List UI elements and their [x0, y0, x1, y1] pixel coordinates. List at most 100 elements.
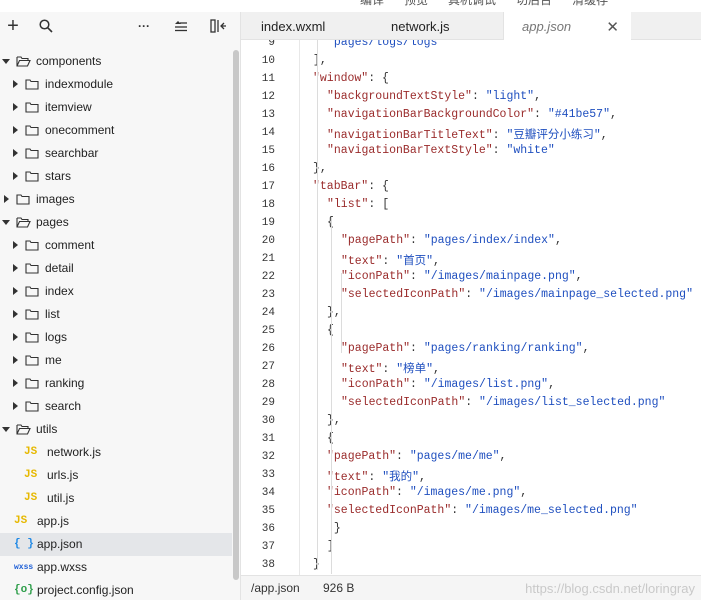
tree-item-label: me: [45, 353, 62, 367]
indent-guide: [317, 40, 318, 570]
split-icon[interactable]: [205, 12, 231, 40]
folder-icon: [16, 193, 30, 205]
tree-folder[interactable]: pages: [0, 211, 232, 234]
json-string: "/images/me.png": [409, 486, 521, 499]
top-menu-item[interactable]: 真机调试: [448, 0, 496, 8]
explorer-scrollbar[interactable]: [232, 40, 240, 600]
json-string: "light": [485, 90, 535, 103]
tree-folder[interactable]: detail: [0, 257, 232, 280]
chevron-right-icon[interactable]: [13, 80, 18, 88]
tree-file[interactable]: {o} project.config.json: [0, 579, 232, 600]
tree-folder[interactable]: logs: [0, 326, 232, 349]
chevron-right-icon[interactable]: [13, 310, 18, 318]
tab-network-js[interactable]: network.js: [391, 12, 450, 40]
indent-guide: [341, 273, 342, 353]
tree-item-label: onecomment: [45, 123, 115, 137]
tree-folder[interactable]: indexmodule: [0, 73, 232, 96]
tree-item-label: components: [36, 54, 102, 68]
tree-item-label: network.js: [47, 445, 102, 459]
top-menu-item[interactable]: 预览: [404, 0, 428, 8]
tree-folder[interactable]: utils: [0, 418, 232, 441]
line-number: 23: [261, 289, 275, 301]
tree-folder[interactable]: images: [0, 188, 232, 211]
js-file-icon: JS: [14, 515, 28, 527]
tree-file[interactable]: JS network.js: [0, 441, 232, 464]
line-number: 21: [261, 253, 275, 265]
explorer-toolbar: + ···: [0, 12, 241, 40]
chevron-right-icon[interactable]: [13, 356, 18, 364]
more-icon[interactable]: ···: [131, 12, 157, 40]
code-line: "backgroundTextStyle": "light",: [327, 90, 541, 103]
folder-icon: [25, 400, 39, 412]
top-menu-item[interactable]: 清缓存: [572, 0, 608, 8]
chevron-right-icon[interactable]: [13, 126, 18, 134]
code-line: "pagePath": "pages/ranking/ranking",: [341, 342, 589, 355]
line-number: 37: [261, 541, 275, 553]
json-string: "pages/logs/logs": [327, 40, 445, 49]
tree-item-label: utils: [36, 422, 58, 436]
tree-file[interactable]: JS urls.js: [0, 464, 232, 487]
tree-folder[interactable]: search: [0, 395, 232, 418]
punctuation: :: [368, 471, 383, 484]
tree-file[interactable]: JS app.js: [0, 510, 232, 533]
tab-app-json[interactable]: app.json ✕: [503, 12, 631, 40]
code-line: "text": "我的",: [327, 468, 426, 484]
chevron-right-icon[interactable]: [13, 379, 18, 387]
chevron-right-icon[interactable]: [13, 149, 18, 157]
tree-file[interactable]: wxss app.wxss: [0, 556, 232, 579]
chevron-right-icon[interactable]: [13, 172, 18, 180]
tree-folder[interactable]: ranking: [0, 372, 232, 395]
tree-folder[interactable]: searchbar: [0, 142, 232, 165]
line-number: 31: [261, 433, 275, 445]
chevron-right-icon[interactable]: [13, 333, 18, 341]
code-line: ],: [313, 54, 327, 67]
more-glyph: ···: [138, 19, 150, 33]
tree-item-label: index: [45, 284, 74, 298]
top-menu-item[interactable]: 编译: [360, 0, 384, 8]
chevron-right-icon[interactable]: [13, 264, 18, 272]
tree-file[interactable]: JS util.js: [0, 487, 232, 510]
chevron-right-icon[interactable]: [13, 241, 18, 249]
folder-icon: [25, 285, 39, 297]
chevron-right-icon[interactable]: [4, 195, 9, 203]
json-string: "榜单": [396, 363, 434, 376]
tree-folder[interactable]: list: [0, 303, 232, 326]
line-number: 38: [261, 559, 275, 571]
code-line: }: [327, 522, 341, 535]
code-editor[interactable]: 9 "pages/logs/logs" 10], 11 "window": {12 "ba…: [241, 40, 701, 575]
code-line: "navigationBarTitleText": "豆瓣评分小练习",: [327, 126, 608, 142]
chevron-right-icon[interactable]: [13, 402, 18, 410]
status-file-size: 926 B: [323, 581, 355, 595]
explorer-scrollbar-thumb[interactable]: [233, 50, 239, 580]
chevron-down-icon[interactable]: [2, 220, 10, 225]
chevron-down-icon[interactable]: [2, 427, 10, 432]
chevron-right-icon[interactable]: [13, 103, 18, 111]
tree-item-label: logs: [45, 330, 68, 344]
line-number: 20: [261, 235, 275, 247]
line-number: 16: [261, 163, 275, 175]
tree-item-label: comment: [45, 238, 95, 252]
tree-file[interactable]: { } app.json: [0, 533, 232, 556]
tree-folder[interactable]: index: [0, 280, 232, 303]
tree-folder[interactable]: itemview: [0, 96, 232, 119]
json-key: "iconPath": [341, 378, 411, 391]
punctuation: :: [410, 342, 424, 355]
cfg-file-icon: {o}: [14, 584, 34, 596]
tree-folder[interactable]: me: [0, 349, 232, 372]
tree-folder[interactable]: components: [0, 50, 232, 73]
punctuation: :: [465, 288, 480, 301]
json-key: "iconPath": [327, 486, 397, 499]
collapse-icon[interactable]: [168, 12, 194, 40]
chevron-right-icon[interactable]: [13, 287, 18, 295]
top-menu-item[interactable]: 切后台: [516, 0, 552, 8]
top-menu: 编译 预览 真机调试 切后台 清缓存: [360, 0, 608, 8]
search-icon[interactable]: [33, 12, 59, 40]
tree-folder[interactable]: comment: [0, 234, 232, 257]
tab-index-wxml[interactable]: index.wxml: [261, 12, 325, 40]
chevron-down-icon[interactable]: [2, 59, 10, 64]
close-icon[interactable]: ✕: [606, 18, 619, 36]
tree-folder[interactable]: stars: [0, 165, 232, 188]
plus-icon[interactable]: +: [0, 12, 26, 40]
tree-folder[interactable]: onecomment: [0, 119, 232, 142]
tree-item-label: stars: [45, 169, 72, 183]
